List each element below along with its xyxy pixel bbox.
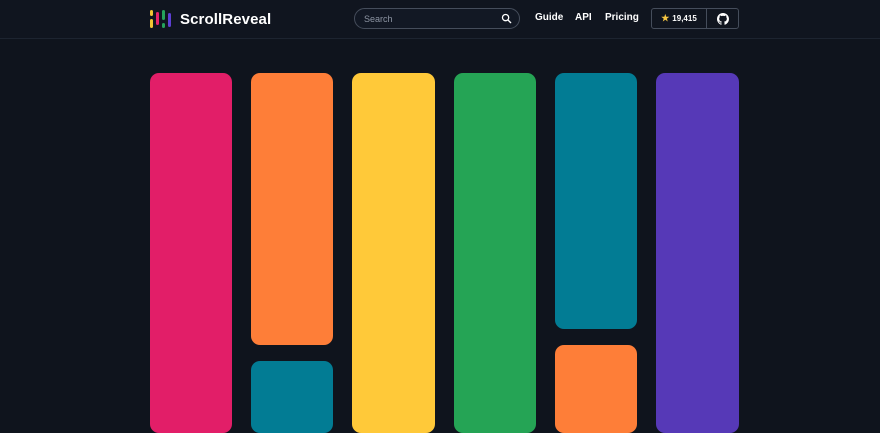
logo-text: ScrollReveal xyxy=(180,10,272,28)
github-stars-button[interactable]: ★ 19,415 xyxy=(652,9,707,28)
logo-link[interactable]: ScrollReveal xyxy=(150,9,271,29)
nav-api-link[interactable]: API xyxy=(575,12,592,23)
search-icon[interactable] xyxy=(501,13,512,24)
tile-teal xyxy=(555,73,637,329)
search-input[interactable] xyxy=(364,11,494,26)
tile-orange-small xyxy=(555,345,637,433)
tile-purple xyxy=(656,73,739,433)
tile-yellow xyxy=(352,73,435,433)
nav-guide-link[interactable]: Guide xyxy=(535,12,563,23)
top-navbar: ScrollReveal Guide API Pricing ★ 19,415 xyxy=(0,0,880,39)
tile-green xyxy=(454,73,536,433)
tile-orange xyxy=(251,73,333,345)
search-box[interactable] xyxy=(354,8,520,29)
scrollreveal-logo-icon xyxy=(150,10,172,28)
github-icon xyxy=(716,12,729,25)
tile-pink xyxy=(150,73,232,433)
nav-pricing-link[interactable]: Pricing xyxy=(605,12,639,23)
github-button-group: ★ 19,415 xyxy=(651,8,739,29)
github-star-count: 19,415 xyxy=(672,14,697,23)
github-link-button[interactable] xyxy=(707,9,738,28)
tile-teal-small xyxy=(251,361,333,433)
star-icon: ★ xyxy=(661,13,670,23)
